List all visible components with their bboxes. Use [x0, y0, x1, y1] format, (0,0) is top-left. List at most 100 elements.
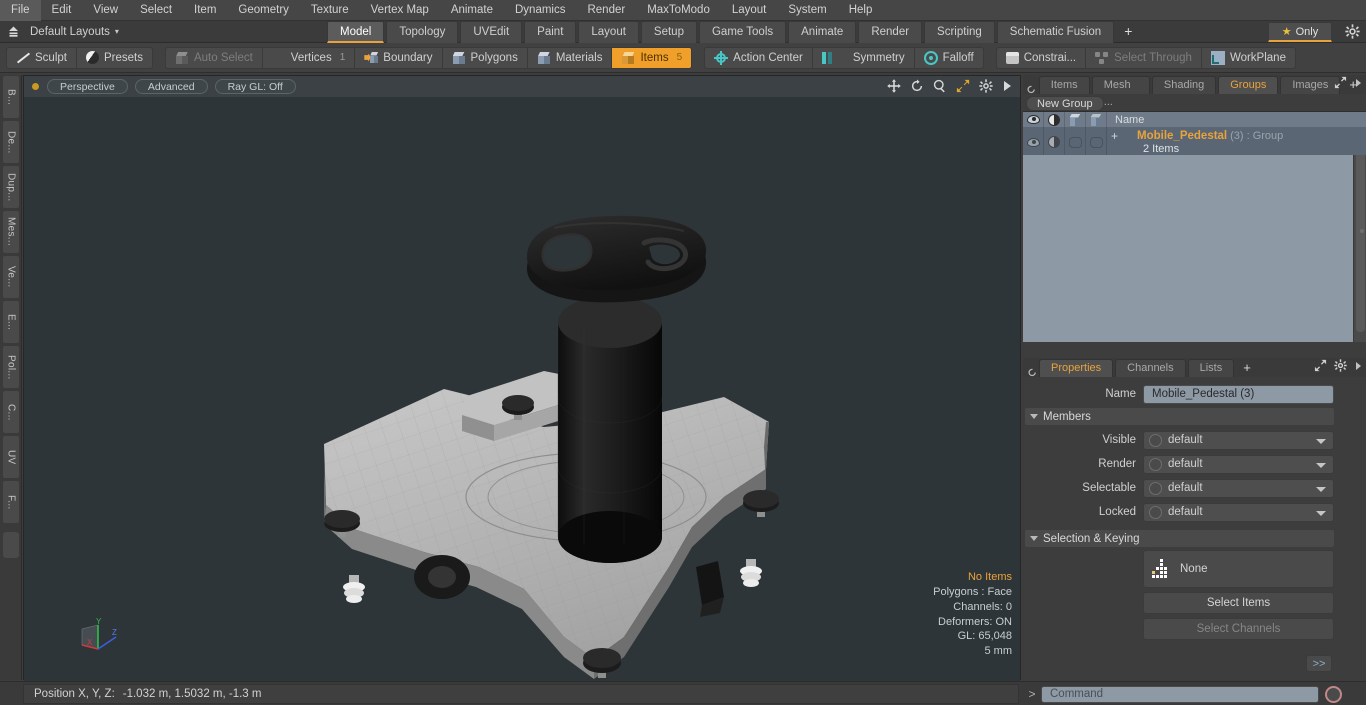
- member-dropdown-visible[interactable]: default: [1143, 430, 1334, 450]
- member-toggle-knob[interactable]: [1149, 481, 1162, 495]
- menu-item-render[interactable]: Render: [576, 0, 636, 21]
- menu-item-select[interactable]: Select: [129, 0, 183, 21]
- left-tab-mes[interactable]: Mes...: [2, 210, 20, 254]
- groups-panel-tab-shading[interactable]: Shading: [1151, 76, 1217, 94]
- chevron-down-icon[interactable]: ▾: [110, 27, 119, 36]
- home-up-icon[interactable]: [0, 22, 26, 42]
- menu-item-geometry[interactable]: Geometry: [227, 0, 300, 21]
- visibility-icon[interactable]: [1023, 111, 1044, 128]
- layout-tab-topology[interactable]: Topology: [386, 21, 459, 43]
- vertices-button[interactable]: Vertices 1: [263, 47, 356, 68]
- left-tab-extra[interactable]: [2, 531, 20, 559]
- properties-add-tab-button[interactable]: +: [1236, 359, 1258, 377]
- menu-item-texture[interactable]: Texture: [300, 0, 360, 21]
- member-dropdown-locked[interactable]: default: [1143, 502, 1334, 522]
- materials-button[interactable]: Materials: [528, 47, 613, 68]
- only-button[interactable]: ★ Only: [1268, 22, 1332, 42]
- layout-tab-paint[interactable]: Paint: [524, 21, 577, 43]
- select-through-button[interactable]: Select Through: [1086, 47, 1202, 68]
- left-tab-b[interactable]: B...: [2, 75, 20, 119]
- member-dropdown-selectable[interactable]: default: [1143, 478, 1334, 498]
- layout-tab-uvedit[interactable]: UVEdit: [460, 21, 523, 43]
- member-toggle-knob[interactable]: [1149, 433, 1162, 447]
- polygons-button[interactable]: Polygons: [443, 47, 528, 68]
- new-group-button[interactable]: New Group: [1026, 96, 1104, 111]
- properties-panel-tab-properties[interactable]: Properties: [1039, 359, 1114, 377]
- menu-item-view[interactable]: View: [82, 0, 129, 21]
- row-shading-toggle[interactable]: [1044, 127, 1065, 155]
- wireframe-icon[interactable]: [1065, 111, 1086, 128]
- table-row[interactable]: + Mobile_Pedestal (3) : Group 2 Items: [1023, 127, 1366, 155]
- menu-item-animate[interactable]: Animate: [440, 0, 504, 21]
- selection-set-button[interactable]: None: [1143, 550, 1334, 588]
- expand-icon[interactable]: [1314, 359, 1327, 375]
- presets-button[interactable]: Presets: [77, 48, 152, 68]
- row-outline-toggle[interactable]: [1086, 127, 1107, 155]
- menu-item-system[interactable]: System: [777, 0, 837, 21]
- group-name[interactable]: Mobile_Pedestal: [1137, 130, 1227, 142]
- record-circle-icon[interactable]: [1325, 685, 1342, 703]
- layout-tab-scripting[interactable]: Scripting: [924, 21, 995, 43]
- chevron-down-icon[interactable]: [1316, 510, 1326, 516]
- name-field[interactable]: Mobile_Pedestal (3): [1143, 384, 1334, 404]
- move-icon[interactable]: [887, 79, 901, 96]
- properties-panel-tab-channels[interactable]: Channels: [1115, 359, 1186, 377]
- menu-item-layout[interactable]: Layout: [721, 0, 778, 21]
- action-center-button[interactable]: Action Center: [705, 47, 813, 68]
- menu-item-edit[interactable]: Edit: [41, 0, 83, 21]
- fit-icon[interactable]: [956, 79, 970, 96]
- shading-icon[interactable]: [1044, 111, 1065, 128]
- left-tab-de[interactable]: De...: [2, 120, 20, 164]
- zoom-icon[interactable]: [933, 79, 947, 96]
- groups-panel-tab-items[interactable]: Items: [1038, 76, 1090, 94]
- layout-tab-model[interactable]: Model: [327, 21, 385, 43]
- constraints-button[interactable]: Constrai...: [997, 47, 1087, 68]
- members-section-header[interactable]: Members: [1025, 408, 1334, 425]
- groups-empty-area[interactable]: [1023, 155, 1366, 342]
- row-wireframe-toggle[interactable]: [1065, 127, 1086, 155]
- left-tab-dup[interactable]: Dup...: [2, 165, 20, 209]
- symmetry-button[interactable]: Symmetry: [813, 47, 915, 68]
- boundary-button[interactable]: Boundary: [355, 47, 443, 68]
- viewport-3d[interactable]: Perspective Advanced Ray GL: Off Y X Z N…: [23, 75, 1021, 681]
- expand-icon[interactable]: [1334, 76, 1347, 92]
- gear-icon[interactable]: [1334, 359, 1347, 375]
- layout-tab-render[interactable]: Render: [858, 21, 923, 43]
- select-items-button[interactable]: Select Items: [1143, 592, 1334, 614]
- command-input[interactable]: Command: [1041, 685, 1319, 703]
- menu-item-help[interactable]: Help: [838, 0, 884, 21]
- menu-item-dynamics[interactable]: Dynamics: [504, 0, 576, 21]
- add-layout-tab-button[interactable]: +: [1116, 21, 1140, 43]
- items-button[interactable]: Items 5: [612, 47, 692, 68]
- rotate-icon[interactable]: [910, 79, 924, 96]
- menu-item-vertex-map[interactable]: Vertex Map: [360, 0, 440, 21]
- layout-tab-game-tools[interactable]: Game Tools: [698, 21, 787, 43]
- viewport-canvas[interactable]: Y X Z No Items Polygons : Face Channels: 0…: [24, 97, 1020, 681]
- left-tab-f[interactable]: F...: [2, 480, 20, 524]
- row-expander[interactable]: +: [1111, 130, 1118, 142]
- chevron-down-icon[interactable]: [1316, 486, 1326, 492]
- groups-panel-tab-groups[interactable]: Groups: [1218, 76, 1279, 94]
- groups-panel-tab-mesh[interactable]: Mesh ...: [1091, 76, 1150, 108]
- viewport-projection-selector[interactable]: Perspective: [47, 79, 128, 94]
- panel-menu-icon[interactable]: [1025, 368, 1039, 377]
- workplane-button[interactable]: WorkPlane: [1202, 48, 1295, 68]
- layout-tab-animate[interactable]: Animate: [788, 21, 857, 43]
- row-visibility-toggle[interactable]: [1023, 127, 1044, 155]
- falloff-button[interactable]: Falloff: [915, 48, 983, 68]
- left-tab-c[interactable]: C...: [2, 390, 20, 434]
- properties-panel-tab-lists[interactable]: Lists: [1187, 359, 1235, 377]
- menu-item-maxtomodo[interactable]: MaxToModo: [636, 0, 721, 21]
- left-tab-e[interactable]: E...: [2, 300, 20, 344]
- groups-panel-tab-images[interactable]: Images: [1280, 76, 1341, 94]
- layout-tab-layout[interactable]: Layout: [578, 21, 639, 43]
- selection-keying-section-header[interactable]: Selection & Keying: [1025, 530, 1334, 547]
- chevron-right-icon[interactable]: [1354, 78, 1362, 91]
- member-toggle-knob[interactable]: [1149, 457, 1162, 471]
- left-tab-ve[interactable]: Ve...: [2, 255, 20, 299]
- play-icon[interactable]: [1002, 80, 1012, 95]
- gear-icon[interactable]: [979, 79, 993, 96]
- chevron-down-icon[interactable]: [1316, 462, 1326, 468]
- groups-scrollbar[interactable]: [1353, 127, 1366, 342]
- member-toggle-knob[interactable]: [1149, 505, 1162, 519]
